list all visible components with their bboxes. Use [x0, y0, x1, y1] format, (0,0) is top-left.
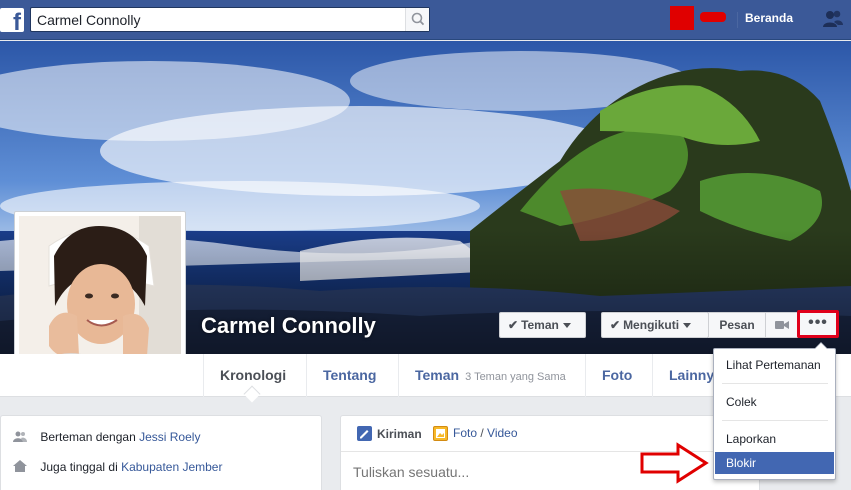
redacted-username[interactable] — [700, 12, 726, 22]
lives-in-row: Juga tinggal di Kabupaten Jember — [13, 460, 222, 474]
more-options-button[interactable]: ••• — [797, 310, 839, 338]
video-camera-icon — [775, 321, 789, 329]
menu-item-report[interactable]: Laporkan — [715, 428, 834, 450]
tab-about[interactable]: Tentang — [306, 354, 392, 397]
menu-item-see-friendship[interactable]: Lihat Pertemanan — [715, 354, 834, 376]
mutual-friends-count: 3 Teman yang Sama — [465, 371, 566, 383]
photo-video-tab[interactable]: Foto / Video — [433, 426, 518, 441]
intro-card: Berteman dengan Jessi Roely Juga tinggal… — [0, 415, 322, 490]
menu-item-block[interactable]: Blokir — [715, 452, 834, 474]
location-link[interactable]: Kabupaten Jember — [121, 460, 222, 474]
mutual-friend-link[interactable]: Jessi Roely — [139, 430, 200, 444]
video-link[interactable]: Video — [487, 426, 517, 440]
video-call-button[interactable] — [765, 312, 798, 338]
friend-requests-icon[interactable] — [822, 9, 844, 29]
pencil-icon — [357, 426, 372, 441]
home-link[interactable]: Beranda — [745, 11, 793, 25]
search-box — [30, 7, 430, 32]
people-icon — [13, 431, 27, 442]
search-icon — [411, 12, 425, 26]
tab-friends[interactable]: Teman 3 Teman yang Sama — [398, 354, 582, 397]
check-icon: ✔ — [508, 318, 519, 332]
friends-with-row: Berteman dengan Jessi Roely — [13, 430, 200, 444]
menu-divider — [722, 383, 828, 384]
message-button[interactable]: Pesan — [708, 312, 766, 338]
search-button[interactable] — [405, 8, 429, 31]
home-icon — [13, 460, 27, 472]
message-button-label: Pesan — [719, 318, 755, 332]
friends-button[interactable]: ✔ Teman — [499, 312, 586, 338]
post-tab[interactable]: Kiriman — [357, 426, 422, 441]
tab-friends-label: Teman — [415, 367, 460, 383]
photo-video-separator: / — [477, 426, 488, 440]
profile-name[interactable]: Carmel Connolly — [201, 313, 376, 339]
top-bar: f Beranda — [0, 0, 851, 40]
redacted-avatar[interactable] — [670, 6, 694, 30]
caret-down-icon — [562, 323, 571, 329]
menu-item-poke[interactable]: Colek — [715, 391, 834, 413]
tab-photos[interactable]: Foto — [585, 354, 648, 397]
search-input[interactable] — [31, 8, 401, 31]
red-arrow-annotation-icon — [640, 442, 709, 484]
photo-icon — [433, 426, 448, 441]
divider — [737, 12, 738, 28]
more-options-menu: Lihat Pertemanan Colek Laporkan Blokir — [713, 342, 836, 480]
photo-link[interactable]: Foto — [453, 426, 477, 440]
facebook-logo-icon[interactable]: f — [0, 8, 24, 32]
following-button-label: Mengikuti — [623, 318, 680, 332]
following-button[interactable]: ✔ Mengikuti — [601, 312, 709, 338]
status-input[interactable] — [353, 464, 653, 480]
friends-button-label: Teman — [521, 318, 559, 332]
caret-down-icon — [683, 323, 692, 329]
post-tab-label: Kiriman — [377, 427, 422, 441]
lives-in-prefix: Juga tinggal di — [40, 460, 118, 474]
friends-with-prefix: Berteman dengan — [40, 430, 136, 444]
check-icon: ✔ — [610, 318, 621, 332]
menu-divider — [722, 420, 828, 421]
